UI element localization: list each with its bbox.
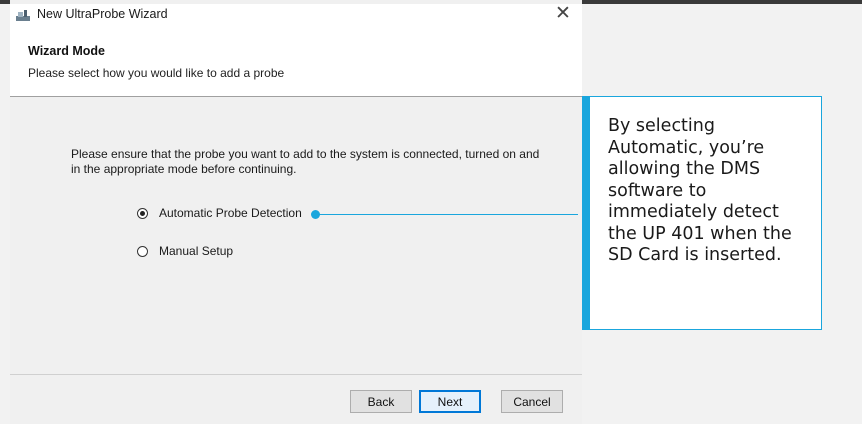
callout-connector-line: [315, 214, 578, 215]
callout-text: By selecting Automatic, you’re allowing …: [608, 116, 792, 265]
wizard-step-subtitle: Please select how you would like to add …: [28, 66, 285, 80]
automatic-radio-button[interactable]: [137, 207, 148, 219]
wizard-header: Wizard Mode Please select how you would …: [10, 26, 582, 96]
manual-option-label: Manual Setup: [159, 244, 234, 258]
close-icon[interactable]: ✕: [550, 3, 576, 25]
automatic-probe-detection-option[interactable]: Automatic Probe Detection: [137, 204, 302, 222]
manual-radio-button[interactable]: [137, 245, 148, 257]
cancel-button[interactable]: Cancel: [501, 390, 563, 413]
next-button[interactable]: Next: [419, 390, 481, 413]
callout-anchor-dot: [311, 210, 320, 219]
header-divider: [10, 96, 582, 97]
wizard-step-title: Wizard Mode: [28, 44, 105, 58]
window-title: New UltraProbe Wizard: [37, 7, 168, 21]
probe-app-icon: [16, 10, 30, 21]
instructions-text: Please ensure that the probe you want to…: [71, 147, 540, 176]
footer-divider: [10, 374, 582, 375]
title-bar: New UltraProbe Wizard ✕: [10, 3, 582, 26]
wizard-window: New UltraProbe Wizard ✕ Wizard Mode Plea…: [10, 0, 582, 424]
annotation-callout: By selecting Automatic, you’re allowing …: [582, 96, 822, 330]
manual-setup-option[interactable]: Manual Setup: [137, 242, 233, 260]
automatic-option-label: Automatic Probe Detection: [159, 206, 302, 220]
back-button[interactable]: Back: [350, 390, 412, 413]
